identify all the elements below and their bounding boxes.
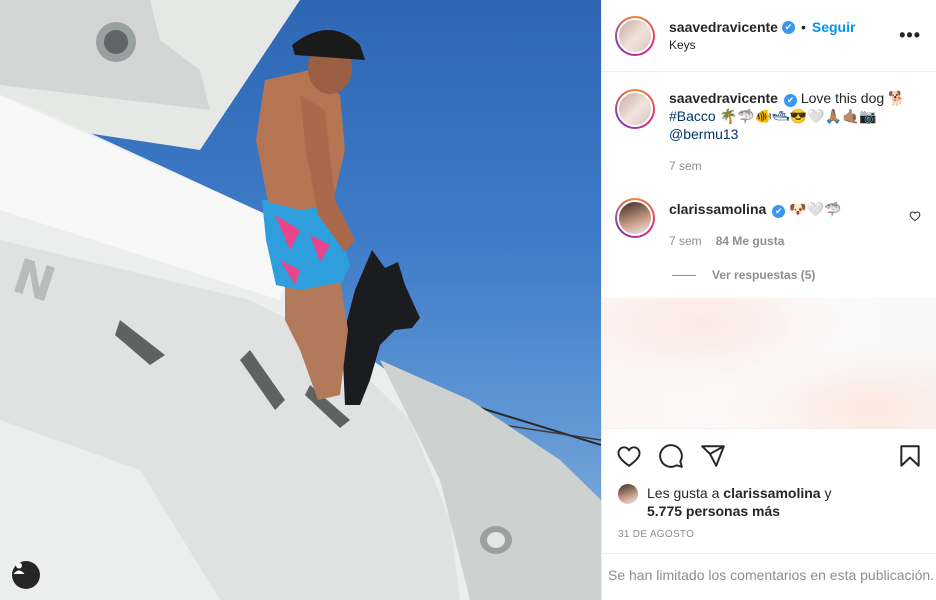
comments-list: saavedravicente ✔ Love this dog 🐕 #Bacco …: [602, 72, 936, 298]
likes-others-count[interactable]: 5.775 personas más: [647, 503, 780, 519]
verified-badge-icon: ✔: [772, 205, 786, 218]
caption-hashtag-line[interactable]: #Bacco 🌴🦈🐠🛥😎🤍🙏🏽🤙🏽📷: [669, 107, 921, 125]
view-replies-label: Ver respuestas (5): [712, 268, 816, 282]
boat-scene-illustration: N: [0, 0, 601, 600]
comment-icon[interactable]: [658, 443, 684, 469]
heart-icon[interactable]: [616, 443, 642, 469]
verified-badge-icon: ✔: [781, 20, 795, 34]
commenter-avatar[interactable]: [615, 198, 655, 238]
verified-badge-icon: ✔: [783, 94, 797, 107]
comment-item: clarissamolina ✔ 🐶🤍🦈 7 sem 84 Me gusta: [615, 198, 921, 250]
comment-likes[interactable]: 84 Me gusta: [716, 232, 785, 250]
follow-button[interactable]: Seguir: [812, 19, 856, 35]
post-location[interactable]: Keys: [669, 38, 899, 52]
likes-summary: Les gusta a clarissamolina y 5.775 perso…: [618, 484, 920, 520]
post-details-panel: saavedravicente ✔ • Seguir Keys ••• saav…: [601, 0, 936, 600]
liker-username[interactable]: clarissamolina: [723, 485, 820, 501]
post-date[interactable]: 31 DE AGOSTO: [618, 529, 694, 540]
author-username[interactable]: saavedravicente: [669, 19, 778, 35]
comment-text: 🐶🤍🦈: [789, 201, 842, 217]
author-avatar[interactable]: [615, 15, 655, 56]
replies-divider: [672, 274, 696, 276]
action-bar: [602, 428, 936, 482]
separator-dot: •: [800, 19, 806, 35]
caption-username[interactable]: saavedravicente: [669, 90, 778, 106]
caption-mention[interactable]: @bermu13: [669, 125, 921, 143]
comment-time[interactable]: 7 sem: [669, 232, 702, 250]
likes-conj: y: [824, 485, 832, 501]
view-replies-button[interactable]: Ver respuestas (5): [672, 268, 815, 282]
likes-prefix: Les gusta a: [647, 485, 720, 501]
blurred-content-area: [602, 298, 936, 428]
send-icon[interactable]: [700, 443, 726, 469]
caption-avatar[interactable]: [615, 89, 655, 129]
post-photo[interactable]: N: [0, 0, 601, 600]
caption-text: Love this dog 🐕: [800, 90, 906, 106]
liker-avatar[interactable]: [618, 484, 638, 504]
user-tags-button[interactable]: [12, 561, 40, 589]
bookmark-icon[interactable]: [897, 443, 923, 469]
post-header: saavedravicente ✔ • Seguir Keys •••: [602, 0, 936, 72]
commenter-username[interactable]: clarissamolina: [669, 201, 766, 217]
caption-time[interactable]: 7 sem: [669, 157, 702, 175]
caption-item: saavedravicente ✔ Love this dog 🐕 #Bacco …: [615, 89, 921, 175]
more-options-icon[interactable]: •••: [899, 25, 921, 46]
user-tag-icon: [13, 562, 25, 574]
comments-limited-notice: Se han limitado los comentarios en esta …: [602, 553, 936, 600]
comment-like-heart-icon[interactable]: [909, 208, 921, 226]
